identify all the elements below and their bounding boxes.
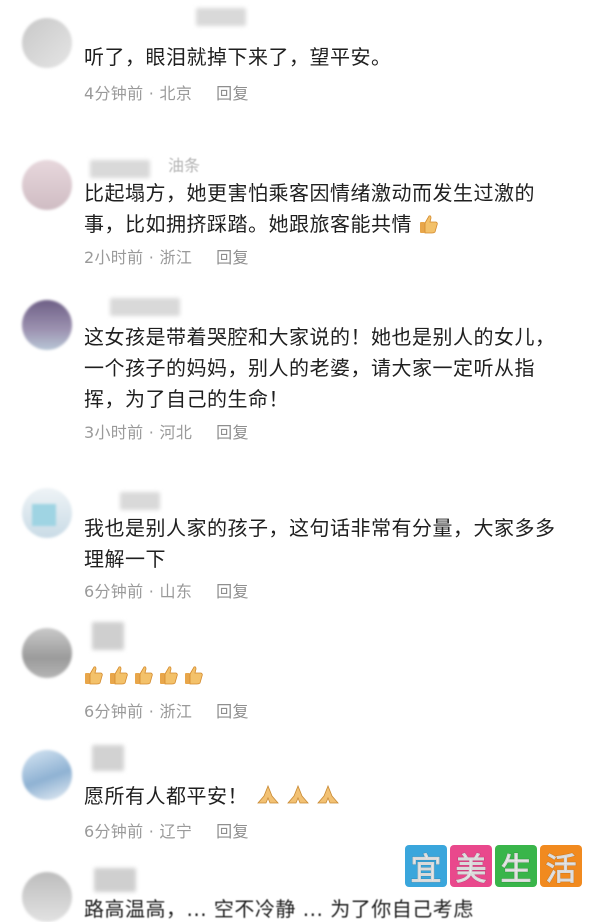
watermark-char: 生: [495, 845, 537, 888]
avatar[interactable]: [22, 750, 72, 800]
thumbs-up-icon: [419, 215, 438, 234]
watermark-char: 活: [540, 845, 582, 888]
comment-text: 比起塌方，她更害怕乘客因情绪激动而发生过激的事，比如拥挤踩踏。她跟旅客能共情: [84, 178, 574, 240]
thumbs-up-icon: [110, 666, 128, 685]
comment-time-location: 2小时前 · 浙江: [84, 248, 193, 267]
username-fragment: 油条: [168, 156, 201, 175]
avatar[interactable]: [22, 488, 72, 538]
comment-meta: 3小时前 · 河北 回复: [84, 419, 249, 443]
avatar[interactable]: [22, 628, 72, 678]
comment-text: 愿所有人都平安！: [84, 781, 574, 812]
reply-button[interactable]: 回复: [216, 84, 249, 103]
comment-time-location: 6分钟前 · 辽宁: [84, 822, 193, 841]
avatar[interactable]: [22, 160, 72, 210]
comment-meta: 6分钟前 · 山东 回复: [84, 578, 249, 602]
username-blurred: [94, 868, 136, 892]
comment-text-body: 愿所有人都平安！: [84, 784, 248, 808]
username-blurred: [110, 298, 180, 316]
username-blurred: [90, 160, 150, 178]
comment-meta: 6分钟前 · 辽宁 回复: [84, 818, 249, 842]
praying-hands-icon: [286, 784, 309, 804]
watermark-char: 美: [450, 845, 492, 888]
thumbs-up-icon: [160, 666, 178, 685]
thumbs-up-icon: [135, 666, 153, 685]
comment-meta: 4分钟前 · 北京 回复: [84, 80, 249, 104]
avatar[interactable]: [22, 18, 72, 68]
username-blurred: [196, 8, 246, 26]
reply-button[interactable]: 回复: [216, 822, 249, 841]
comment-text: 这女孩是带着哭腔和大家说的！她也是别人的女儿，一个孩子的妈妈，别人的老婆，请大家…: [84, 325, 556, 411]
username-blurred: [92, 622, 124, 650]
comment-time-location: 4分钟前 · 北京: [84, 84, 193, 103]
comment-text: [84, 660, 574, 691]
partial-comment-text: 路高温高，... 空不冷静 ... 为了你自己考虑: [84, 897, 474, 921]
praying-hands-icon: [256, 784, 279, 804]
thumbs-up-icon: [185, 666, 203, 685]
avatar[interactable]: [22, 300, 72, 350]
comment-text-body: 比起塌方，她更害怕乘客因情绪激动而发生过激的事，比如拥挤踩踏。她跟旅客能共情: [84, 181, 535, 236]
comment-meta: 2小时前 · 浙江 回复: [84, 244, 249, 268]
comment-text: 听了，眼泪就掉下来了，望平安。: [84, 45, 392, 69]
username-blurred: [92, 745, 124, 771]
thumbs-up-icon: [85, 666, 103, 685]
praying-hands-icon: [316, 784, 339, 804]
watermark-char: 宜: [405, 845, 447, 888]
comment-time-location: 3小时前 · 河北: [84, 423, 193, 442]
watermark-logo: 宜 美 生 活: [405, 845, 582, 888]
comment-time-location: 6分钟前 · 山东: [84, 582, 193, 601]
reply-button[interactable]: 回复: [216, 248, 249, 267]
comment-meta: 6分钟前 · 浙江 回复: [84, 698, 249, 722]
comment-text: 我也是别人家的孩子，这句话非常有分量，大家多多理解一下: [84, 516, 556, 571]
comment-time-location: 6分钟前 · 浙江: [84, 702, 193, 721]
avatar[interactable]: [22, 872, 72, 922]
reply-button[interactable]: 回复: [216, 582, 249, 601]
username-blurred: [120, 492, 160, 510]
reply-button[interactable]: 回复: [216, 423, 249, 442]
reply-button[interactable]: 回复: [216, 702, 249, 721]
avatar-square: [32, 504, 56, 526]
